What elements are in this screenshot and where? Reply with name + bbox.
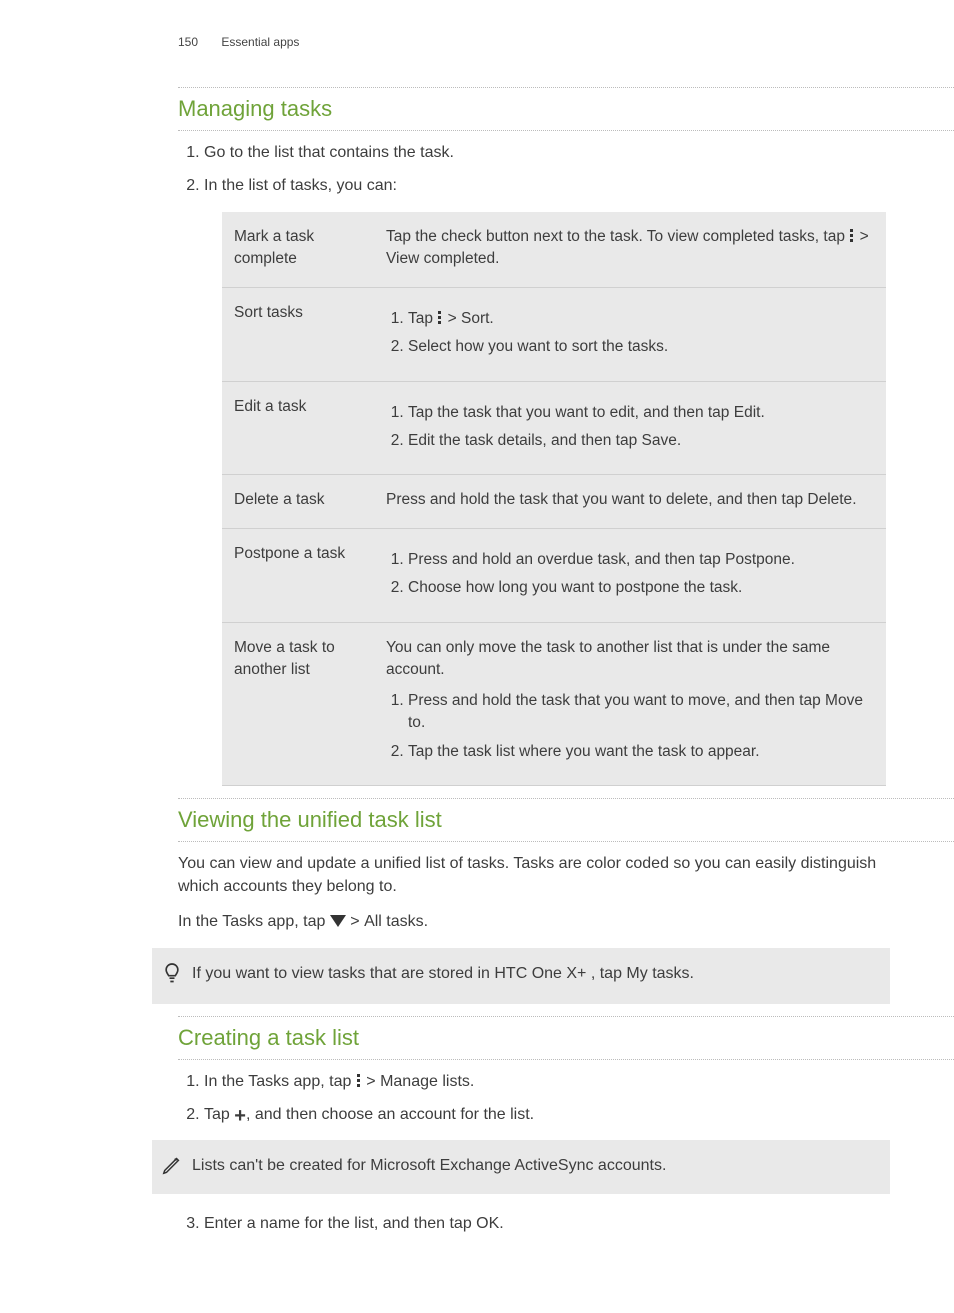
section-name: Essential apps [221,35,299,49]
row-label-move: Move a task to another list [222,622,374,785]
overflow-menu-icon [356,1074,362,1088]
info-note: Lists can't be created for Microsoft Exc… [152,1140,890,1194]
table-row: Move a task to another list You can only… [222,622,886,785]
creating-step-1: In the Tasks app, tap > Manage lists. [204,1070,890,1093]
task-actions-table: Mark a task complete Tap the check butto… [222,212,886,787]
row-label-delete: Delete a task [222,475,374,528]
overflow-menu-icon [849,229,855,243]
dropdown-icon [330,915,346,927]
table-row: Edit a task Tap the task that you want t… [222,381,886,475]
managing-steps: Go to the list that contains the task. I… [178,141,890,197]
row-label-mark-complete: Mark a task complete [222,212,374,287]
row-body-sort: Tap > Sort. Select how you want to sort … [374,287,886,381]
page-number: 150 [178,35,198,49]
row-body-mark-complete: Tap the check button next to the task. T… [374,212,886,287]
creating-step-2: Tap +, and then choose an account for th… [204,1103,890,1126]
row-body-move: You can only move the task to another li… [374,622,886,785]
creating-steps-a: In the Tasks app, tap > Manage lists. Ta… [178,1070,890,1126]
viewing-intro: You can view and update a unified list o… [178,852,890,898]
creating-steps-b: Enter a name for the list, and then tap … [178,1212,890,1235]
table-row: Postpone a task Press and hold an overdu… [222,528,886,622]
row-label-edit: Edit a task [222,381,374,475]
running-header: 150 Essential apps [178,34,890,51]
table-row: Delete a task Press and hold the task th… [222,475,886,528]
heading-creating-list: Creating a task list [178,1022,890,1058]
row-body-delete: Press and hold the task that you want to… [374,475,886,528]
row-body-postpone: Press and hold an overdue task, and then… [374,528,886,622]
pencil-icon [152,1154,192,1180]
managing-step-1: Go to the list that contains the task. [204,141,890,164]
heading-managing-tasks: Managing tasks [178,93,890,129]
overflow-menu-icon [437,311,443,325]
plus-icon: + [234,1105,246,1127]
heading-viewing-unified: Viewing the unified task list [178,804,890,840]
row-label-sort: Sort tasks [222,287,374,381]
table-row: Sort tasks Tap > Sort. Select how you wa… [222,287,886,381]
managing-step-2: In the list of tasks, you can: [204,174,890,197]
creating-step-3: Enter a name for the list, and then tap … [204,1212,890,1235]
tip-note: If you want to view tasks that are store… [152,948,890,1004]
row-label-postpone: Postpone a task [222,528,374,622]
table-row: Mark a task complete Tap the check butto… [222,212,886,287]
viewing-instruction: In the Tasks app, tap > All tasks. [178,910,890,933]
lightbulb-icon [152,962,192,990]
row-body-edit: Tap the task that you want to edit, and … [374,381,886,475]
